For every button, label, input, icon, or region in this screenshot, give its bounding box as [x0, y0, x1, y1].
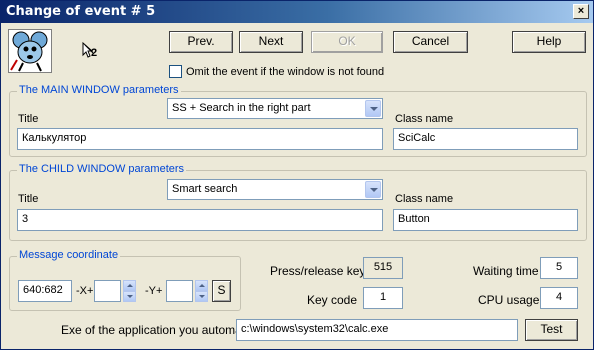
child-class-label: Class name [395, 193, 454, 205]
y-offset-spinner[interactable] [195, 280, 208, 302]
small-icon-number: 2 [91, 47, 98, 59]
main-search-mode-select[interactable]: SS + Search in the right part [167, 98, 383, 119]
chevron-down-icon[interactable] [365, 100, 381, 117]
omit-event-checkbox[interactable] [169, 65, 182, 78]
child-search-mode-select[interactable]: Smart search [167, 179, 383, 200]
spin-down-icon[interactable] [195, 291, 208, 302]
exe-label: Exe of the application you automate [61, 323, 252, 337]
chevron-down-icon[interactable] [365, 181, 381, 198]
cursor-icon: 2 [81, 41, 101, 61]
main-title-input[interactable]: Калькулятор [17, 128, 383, 150]
title-bar[interactable]: Change of event # 5 × [1, 1, 593, 23]
child-title-input[interactable]: 3 [17, 209, 383, 231]
cpu-usage-label: CPU usage [478, 293, 540, 307]
prev-button[interactable]: Prev. [169, 31, 233, 53]
press-release-label: Press/release key [270, 264, 366, 278]
press-release-value: 515 [363, 257, 403, 279]
spin-up-icon[interactable] [123, 280, 136, 291]
cpu-usage-input[interactable]: 4 [540, 287, 578, 309]
message-coordinate-group-label: Message coordinate [17, 249, 121, 261]
window-title: Change of event # 5 [6, 4, 156, 19]
test-button[interactable]: Test [525, 319, 578, 341]
main-window-group-label: The MAIN WINDOW parameters [17, 84, 181, 96]
key-code-input[interactable]: 1 [363, 287, 403, 309]
ok-button[interactable]: OK [311, 31, 383, 53]
exe-path-input[interactable]: c:\windows\system32\calc.exe [236, 319, 518, 341]
child-search-mode-value: Smart search [172, 183, 238, 195]
main-class-input[interactable]: SciCalc [393, 128, 578, 150]
s-button[interactable]: S [212, 280, 231, 302]
y-offset-input[interactable] [166, 280, 193, 302]
x-offset-input[interactable] [94, 280, 121, 302]
key-code-label: Key code [307, 293, 358, 307]
x-offset-label: -X+ [76, 285, 94, 297]
spin-up-icon[interactable] [195, 280, 208, 291]
coordinate-input[interactable]: 640:682 [18, 280, 72, 302]
child-title-label: Title [18, 193, 39, 205]
omit-event-label: Omit the event if the window is not foun… [186, 66, 385, 78]
dialog-window: Change of event # 5 × 2 Prev. Next OK Ca… [0, 0, 594, 350]
y-offset-label: -Y+ [145, 285, 163, 297]
help-button[interactable]: Help [512, 31, 586, 53]
main-search-mode-value: SS + Search in the right part [172, 102, 311, 114]
main-title-label: Title [18, 113, 39, 125]
child-class-input[interactable]: Button [393, 209, 578, 231]
spin-down-icon[interactable] [123, 291, 136, 302]
close-button[interactable]: × [573, 4, 589, 19]
x-offset-spinner[interactable] [123, 280, 136, 302]
waiting-time-label: Waiting time [473, 264, 539, 278]
app-logo-icon [8, 29, 52, 73]
child-window-group-label: The CHILD WINDOW parameters [17, 163, 187, 175]
main-class-label: Class name [395, 113, 454, 125]
next-button[interactable]: Next [239, 31, 303, 53]
waiting-time-input[interactable]: 5 [540, 257, 578, 279]
cancel-button[interactable]: Cancel [393, 31, 468, 53]
